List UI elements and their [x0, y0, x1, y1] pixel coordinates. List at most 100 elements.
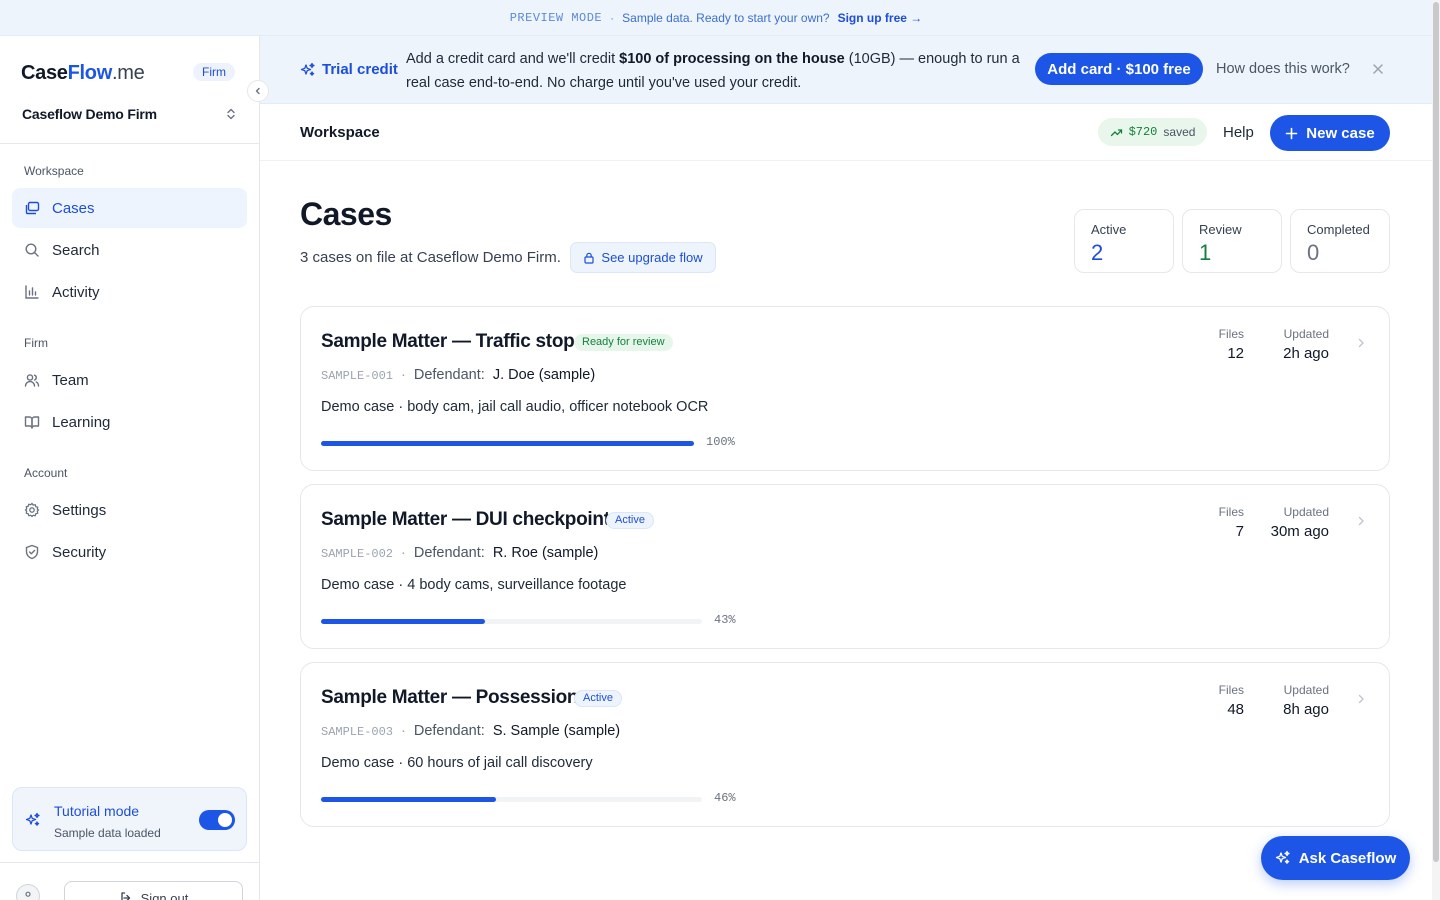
chevron-left-icon	[253, 86, 263, 96]
close-icon[interactable]	[1371, 62, 1385, 76]
trending-up-icon	[1110, 126, 1123, 139]
sidebar-item-security[interactable]: Security	[12, 532, 247, 572]
chevron-right-icon[interactable]	[1355, 515, 1367, 527]
defendant-name: R. Roe (sample)	[492, 545, 599, 561]
nav-section-workspace: Workspace	[24, 164, 84, 178]
stat-label: Completed	[1307, 222, 1370, 237]
meta-separator: ·	[401, 723, 406, 739]
meta-separator: ·	[401, 545, 406, 561]
progress-percent: 100%	[706, 435, 735, 449]
files-header: Files	[1218, 683, 1244, 697]
trial-credit-banner: Trial credit Add a credit card and we'll…	[260, 36, 1432, 104]
stat-card-completed[interactable]: Completed 0	[1290, 209, 1390, 273]
progress-fill	[321, 797, 497, 802]
search-icon	[24, 242, 40, 258]
sparkles-icon	[300, 62, 316, 78]
shield-icon	[24, 544, 40, 560]
lock-icon	[583, 252, 595, 264]
tutorial-mode-card: Tutorial mode Sample data loaded	[12, 787, 247, 851]
brand-logo[interactable]: CaseFlow.me	[21, 62, 145, 85]
sidebar-item-label: Learning	[52, 413, 111, 431]
upgrade-label: See upgrade flow	[601, 250, 703, 265]
sidebar-item-cases[interactable]: Cases	[12, 188, 247, 228]
toggle-knob	[218, 813, 232, 827]
stat-card-active[interactable]: Active 2	[1074, 209, 1174, 273]
firm-name: Caseflow Demo Firm	[22, 106, 157, 122]
case-card[interactable]: Sample Matter — Traffic stop Ready for r…	[300, 306, 1390, 471]
progress-fill	[321, 619, 485, 624]
case-title: Sample Matter — Possession	[321, 687, 579, 708]
chevron-right-icon[interactable]	[1355, 693, 1367, 705]
defendant-label: Defendant:	[413, 367, 485, 383]
trial-credit-text: Add a credit card and we'll credit $100 …	[406, 47, 1026, 95]
brand-part-case: Case	[21, 62, 68, 84]
trial-text-pre: Add a credit card and we'll credit	[406, 51, 620, 67]
ask-caseflow-label: Ask Caseflow	[1298, 849, 1397, 867]
updated-time: 2h ago	[1283, 345, 1329, 362]
scrollbar-thumb[interactable]	[1433, 2, 1439, 862]
preview-mode-label: PREVIEW MODE	[509, 10, 603, 25]
savings-amount: $720	[1128, 125, 1158, 139]
sign-out-icon	[119, 891, 133, 900]
sidebar-item-activity[interactable]: Activity	[12, 272, 247, 312]
sidebar-item-team[interactable]: Team	[12, 360, 247, 400]
files-header: Files	[1218, 327, 1244, 341]
sidebar-item-search[interactable]: Search	[12, 230, 247, 270]
updated-header: Updated	[1283, 683, 1329, 697]
case-card[interactable]: Sample Matter — DUI checkpoint Active SA…	[300, 484, 1390, 649]
book-icon	[24, 414, 40, 430]
case-title: Sample Matter — Traffic stop	[321, 331, 575, 352]
status-badge: Active	[574, 690, 622, 707]
nav-section-account: Account	[24, 466, 68, 480]
firm-switcher[interactable]: Caseflow Demo Firm	[22, 104, 238, 124]
updated-header: Updated	[1283, 327, 1329, 341]
sign-out-label: Sign out	[140, 890, 189, 900]
sidebar-item-settings[interactable]: Settings	[12, 490, 247, 530]
collapse-sidebar-button[interactable]	[247, 80, 269, 102]
gear-icon	[24, 502, 40, 518]
progress-fill	[321, 441, 694, 446]
progress-percent: 43%	[714, 613, 736, 627]
case-description: Demo case · 4 body cams, surveillance fo…	[321, 577, 627, 593]
add-card-button[interactable]: Add card · $100 free	[1035, 53, 1203, 85]
cases-icon	[24, 200, 40, 216]
updated-time: 30m ago	[1270, 523, 1329, 540]
tutorial-subtitle: Sample data loaded	[54, 826, 161, 840]
files-count: 7	[1235, 523, 1244, 540]
status-badge: Ready for review	[574, 334, 673, 351]
files-header: Files	[1218, 505, 1244, 519]
files-count: 12	[1227, 345, 1244, 362]
files-count: 48	[1227, 701, 1244, 718]
new-case-button[interactable]: New case	[1270, 115, 1390, 151]
how-does-this-work-link[interactable]: How does this work?	[1216, 61, 1350, 77]
tutorial-mode-toggle[interactable]	[199, 810, 235, 830]
case-description: Demo case · body cam, jail call audio, o…	[321, 399, 709, 415]
avatar[interactable]	[16, 884, 40, 900]
case-card[interactable]: Sample Matter — Possession Active SAMPLE…	[300, 662, 1390, 827]
case-description: Demo case · 60 hours of jail call discov…	[321, 755, 593, 771]
page-title: Cases	[300, 196, 392, 232]
plan-badge: Firm	[193, 63, 235, 81]
defendant-label: Defendant:	[413, 723, 485, 739]
files-column: Files 48	[1219, 683, 1244, 718]
sign-up-link[interactable]: Sign up free →	[838, 11, 923, 25]
ask-caseflow-button[interactable]: Ask Caseflow	[1261, 836, 1410, 880]
preview-separator: ·	[610, 10, 615, 25]
nav-section-firm: Firm	[24, 336, 48, 350]
sidebar: CaseFlow.me Firm Caseflow Demo Firm Work…	[0, 36, 260, 900]
help-link[interactable]: Help	[1223, 124, 1254, 141]
page-scrollbar[interactable]	[1432, 0, 1440, 900]
stat-card-review[interactable]: Review 1	[1182, 209, 1282, 273]
status-badge: Active	[606, 512, 654, 529]
updated-column: Updated 30m ago	[1271, 505, 1329, 540]
case-meta: SAMPLE-003 · Defendant: S. Sample (sampl…	[321, 723, 620, 739]
files-column: Files 12	[1219, 327, 1244, 362]
preview-banner: PREVIEW MODE · Sample data. Ready to sta…	[0, 0, 1432, 36]
sidebar-item-learning[interactable]: Learning	[12, 402, 247, 442]
chevron-right-icon[interactable]	[1355, 337, 1367, 349]
savings-badge[interactable]: $720 saved	[1098, 118, 1207, 146]
sign-out-button[interactable]: Sign out	[64, 881, 243, 900]
sidebar-item-label: Settings	[52, 501, 107, 519]
see-upgrade-flow-button[interactable]: See upgrade flow	[570, 242, 716, 273]
chevron-up-down-icon	[224, 107, 238, 121]
